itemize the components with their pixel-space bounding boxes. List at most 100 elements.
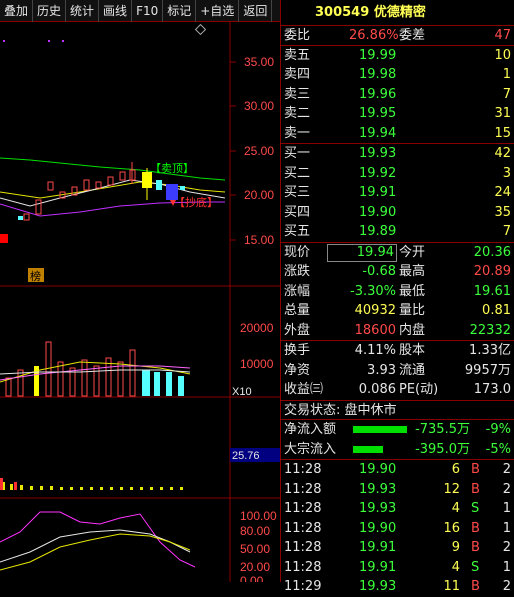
stat-row: 总量 40932 量比 0.81 bbox=[281, 301, 514, 321]
open-value: 20.36 bbox=[473, 244, 511, 260]
rank-badge-label: 榜 bbox=[30, 269, 41, 283]
tick-row: 11:28 19.91 9 B 2 bbox=[281, 538, 514, 558]
tick-count: 2 bbox=[502, 540, 511, 555]
last-price-value: 19.94 bbox=[327, 243, 397, 262]
volume-unit-label: X10 bbox=[232, 386, 252, 398]
volume-tick-20000: 20000 bbox=[240, 321, 274, 335]
net-assets-value: 3.93 bbox=[367, 362, 396, 378]
add-watchlist-button[interactable]: +自选 bbox=[196, 0, 240, 22]
tick-side: S bbox=[471, 559, 480, 575]
tick-count: 2 bbox=[502, 462, 511, 477]
ask-label: 卖一 bbox=[284, 125, 311, 141]
turnover-label: 换手 bbox=[284, 343, 311, 358]
tick-side: S bbox=[471, 501, 480, 516]
kdj-tick-50: 50.00 bbox=[240, 542, 270, 556]
flow-row: 大宗流入 -395.0万 -5% bbox=[281, 440, 514, 460]
stat-row: 现价 19.94 今开 20.36 bbox=[281, 243, 514, 263]
toolbar: 叠加 历史 统计 画线 F10 标记 +自选 返回 bbox=[0, 0, 280, 22]
stock-code: 300549 bbox=[315, 5, 370, 20]
bid-row: 买三 19.91 24 bbox=[281, 183, 514, 203]
kdj-tick-100: 100.00 bbox=[240, 509, 277, 523]
tick-volume: 9 bbox=[451, 540, 460, 555]
ask-list: 卖五 19.99 10 卖四 19.98 1 卖三 19.96 7 卖二 19.… bbox=[281, 46, 514, 144]
net-inflow-value: -735.5万 bbox=[415, 422, 470, 437]
ask-volume: 15 bbox=[494, 125, 511, 141]
net-inflow-label: 净流入额 bbox=[284, 422, 337, 437]
ask-row: 卖三 19.96 7 bbox=[281, 85, 514, 105]
tick-row: 11:28 19.90 6 B 2 bbox=[281, 460, 514, 480]
tick-price: 19.90 bbox=[359, 462, 397, 477]
high-value: 20.89 bbox=[473, 264, 511, 279]
ask-label: 卖四 bbox=[284, 67, 311, 82]
bid-label: 买四 bbox=[284, 204, 311, 220]
diamond-icon[interactable] bbox=[194, 23, 207, 36]
trade-status: 交易状态: 盘中休市 bbox=[284, 402, 397, 418]
tick-side: B bbox=[471, 540, 480, 555]
volume-ratio-label: 量比 bbox=[399, 303, 426, 318]
ask-row: 卖二 19.95 31 bbox=[281, 104, 514, 124]
low-label: 最低 bbox=[399, 283, 426, 299]
stock-title: 300549 优德精密 bbox=[281, 0, 514, 26]
price-tick-30: 30.00 bbox=[244, 99, 274, 113]
ask-volume: 1 bbox=[502, 67, 511, 82]
statistics-button[interactable]: 统计 bbox=[66, 0, 100, 22]
low-value: 19.61 bbox=[473, 283, 511, 299]
earnings-value: 0.086 bbox=[358, 382, 396, 397]
bid-volume: 3 bbox=[502, 165, 511, 181]
bid-price: 19.92 bbox=[359, 165, 397, 181]
tick-price: 19.93 bbox=[359, 501, 397, 516]
tick-price: 19.93 bbox=[359, 481, 397, 497]
change-pct-label: 涨幅 bbox=[284, 283, 311, 299]
earnings-label: 收益㈢ bbox=[284, 382, 324, 397]
turnover-value: 4.11% bbox=[354, 343, 396, 358]
kdj-tick-0: 0.00 bbox=[240, 574, 264, 582]
chart-area[interactable]: 35.00 30.00 25.00 20.00 15.00 【卖顶】 【抄底】 … bbox=[0, 22, 280, 588]
share-capital-label: 股本 bbox=[399, 343, 426, 358]
tick-time: 11:28 bbox=[284, 501, 322, 516]
stat-row: 收益㈢ 0.086 PE(动) 173.0 bbox=[281, 380, 514, 400]
tick-time: 11:28 bbox=[284, 520, 322, 536]
ratio-label: 委比 bbox=[284, 28, 311, 43]
block-inflow-value: -395.0万 bbox=[415, 441, 470, 457]
tick-list[interactable]: 11:28 19.90 6 B 2 11:28 19.93 12 B 2 11:… bbox=[281, 460, 514, 597]
ask-label: 卖五 bbox=[284, 47, 311, 63]
tick-row: 11:28 19.93 4 S 1 bbox=[281, 499, 514, 519]
stat-row: 涨跌 -0.68 最高 20.89 bbox=[281, 262, 514, 282]
diff-label: 委差 bbox=[399, 28, 426, 43]
block-inflow-pct: -5% bbox=[485, 441, 511, 457]
tick-volume: 12 bbox=[443, 481, 460, 497]
quote-panel: 300549 优德精密 委比 26.86% 委差 47 卖五 19.99 10 … bbox=[280, 0, 514, 594]
indicator-value: 25.76 bbox=[232, 450, 260, 462]
sell-top-label: 【卖顶】 bbox=[150, 162, 194, 175]
bid-price: 19.90 bbox=[359, 204, 397, 220]
tick-price: 19.91 bbox=[359, 559, 397, 575]
tick-price: 19.90 bbox=[359, 520, 397, 536]
price-tick-20: 20.00 bbox=[244, 188, 274, 202]
overlay-button[interactable]: 叠加 bbox=[0, 0, 34, 22]
pe-label: PE(动) bbox=[399, 382, 439, 397]
total-volume-value: 40932 bbox=[354, 303, 396, 318]
ask-row: 卖五 19.99 10 bbox=[281, 46, 514, 66]
tick-time: 11:28 bbox=[284, 559, 322, 575]
ask-price: 19.95 bbox=[359, 106, 397, 121]
bid-row: 买四 19.90 35 bbox=[281, 203, 514, 223]
tick-row: 11:28 19.90 16 B 1 bbox=[281, 519, 514, 539]
volume-tick-10000: 10000 bbox=[240, 357, 274, 371]
history-button[interactable]: 历史 bbox=[33, 0, 67, 22]
bid-row: 买二 19.92 3 bbox=[281, 164, 514, 184]
tick-price: 19.91 bbox=[359, 540, 397, 555]
f10-button[interactable]: F10 bbox=[132, 0, 164, 22]
ask-volume: 31 bbox=[494, 106, 511, 121]
tick-volume: 6 bbox=[451, 462, 460, 477]
tick-row: 11:28 19.91 4 S 1 bbox=[281, 558, 514, 578]
price-stats: 现价 19.94 今开 20.36 涨跌 -0.68 最高 20.89 涨幅 -… bbox=[281, 243, 514, 341]
kline-chart-svg[interactable]: 35.00 30.00 25.00 20.00 15.00 【卖顶】 【抄底】 … bbox=[0, 22, 280, 588]
back-button[interactable]: 返回 bbox=[239, 0, 273, 22]
mark-button[interactable]: 标记 bbox=[163, 0, 197, 22]
price-tick-15: 15.00 bbox=[244, 233, 274, 247]
draw-line-button[interactable]: 画线 bbox=[99, 0, 133, 22]
tick-volume: 4 bbox=[451, 559, 460, 575]
tick-volume: 4 bbox=[451, 501, 460, 516]
tick-side: B bbox=[471, 520, 480, 536]
ask-label: 卖二 bbox=[284, 106, 311, 121]
